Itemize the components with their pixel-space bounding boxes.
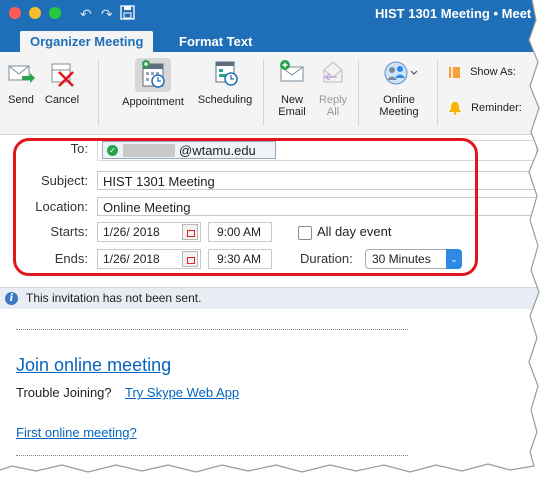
zoom-window-button[interactable] <box>49 7 61 19</box>
online-meeting-icon <box>379 58 419 88</box>
minimize-window-button[interactable] <box>29 7 41 19</box>
reminder-control[interactable]: Reminder: <box>448 101 522 115</box>
info-bar: i This invitation has not been sent. <box>0 287 540 310</box>
highlight-annotation <box>13 138 478 276</box>
online-meeting-button[interactable]: Online Meeting <box>368 58 430 118</box>
scheduling-button[interactable]: Scheduling <box>194 58 256 106</box>
undo-icon[interactable]: ↶ <box>80 5 92 23</box>
meeting-window: ↶ ↷ HIST 1301 Meeting • Meet Organizer M… <box>0 0 541 473</box>
cancel-icon <box>47 58 77 88</box>
new-email-button[interactable]: New Email <box>276 58 308 118</box>
skype-web-app-link[interactable]: Try Skype Web App <box>125 385 239 400</box>
appointment-button[interactable]: Appointment <box>116 58 190 108</box>
close-window-button[interactable] <box>9 7 21 19</box>
reply-all-button[interactable]: Reply All <box>318 58 348 118</box>
show-as-icon <box>449 67 460 78</box>
tab-format-text[interactable]: Format Text <box>169 31 262 52</box>
divider <box>16 329 408 330</box>
new-email-icon <box>277 58 307 88</box>
appointment-icon <box>135 58 171 92</box>
ribbon-separator <box>437 60 438 126</box>
send-icon <box>6 58 36 88</box>
message-body[interactable]: Join online meeting Trouble Joining? Try… <box>0 309 540 472</box>
tab-organizer-meeting[interactable]: Organizer Meeting <box>20 31 154 52</box>
ribbon-separator <box>98 60 99 126</box>
save-icon[interactable] <box>120 5 135 24</box>
info-icon: i <box>5 292 18 305</box>
scheduling-icon <box>208 58 242 88</box>
send-button[interactable]: Send <box>6 58 36 106</box>
trouble-joining-text: Trouble Joining? <box>16 385 112 400</box>
ribbon: Send Cancel Appointment Scheduling New E… <box>0 52 540 135</box>
join-online-meeting-link[interactable]: Join online meeting <box>16 355 171 376</box>
title-bar: ↶ ↷ HIST 1301 Meeting • Meet <box>0 0 540 28</box>
ribbon-separator <box>358 60 359 126</box>
window-title: HIST 1301 Meeting • Meet <box>375 6 532 21</box>
show-as-control[interactable]: Show As: <box>448 66 516 79</box>
reply-all-icon <box>318 58 348 88</box>
ribbon-tabs: Organizer Meeting Format Text <box>0 28 540 52</box>
first-online-meeting-link[interactable]: First online meeting? <box>16 425 137 440</box>
cancel-button[interactable]: Cancel <box>44 58 80 106</box>
bell-icon <box>449 102 461 115</box>
redo-icon[interactable]: ↷ <box>101 5 113 23</box>
ribbon-separator <box>263 60 264 126</box>
divider <box>16 455 408 456</box>
